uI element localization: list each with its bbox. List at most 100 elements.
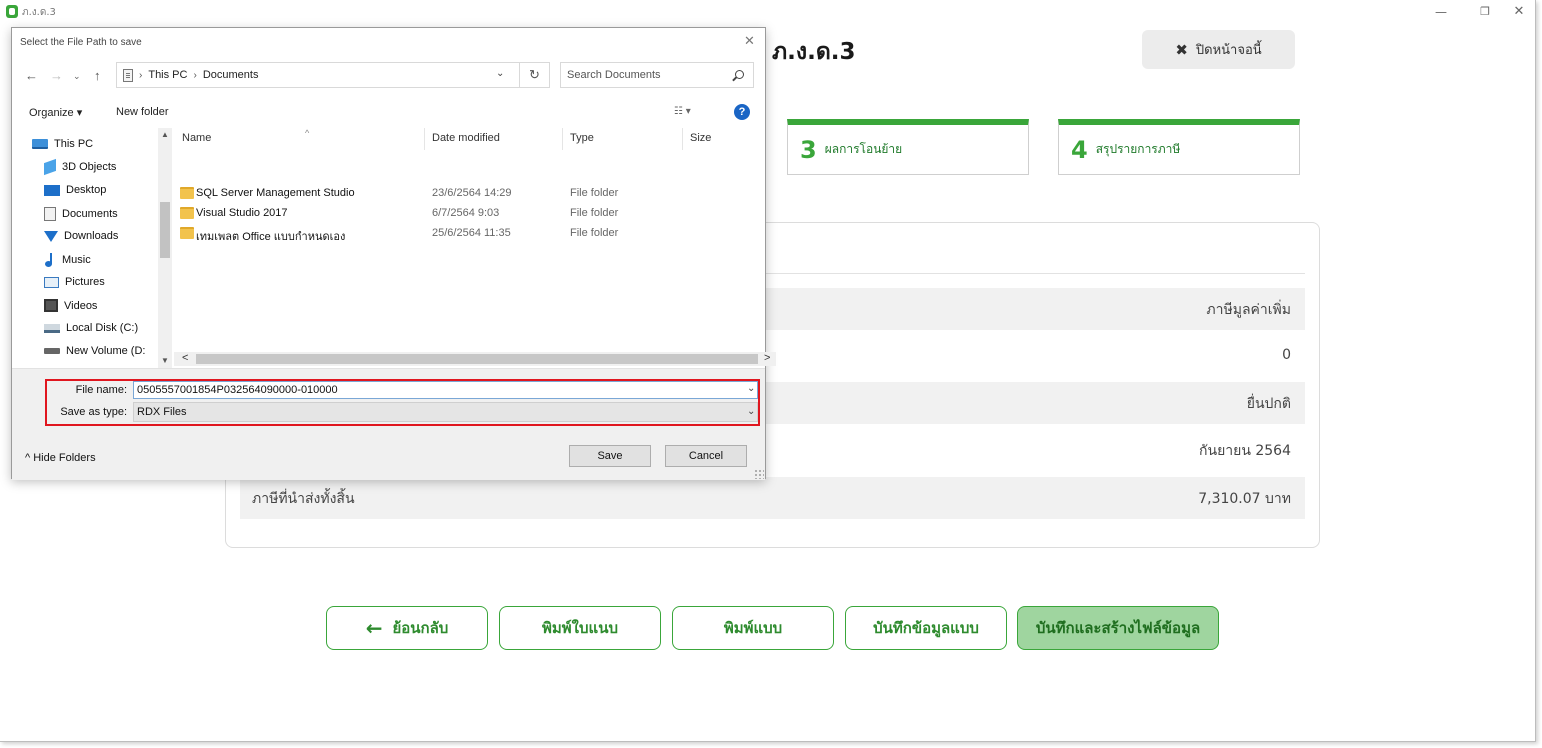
scroll-down-icon[interactable]: ▼ — [161, 356, 169, 365]
documents-icon — [123, 68, 133, 82]
summary-label: ภาษีที่นำส่งทั้งสิ้น — [252, 491, 355, 507]
nav-item-label: Local Disk (C:) — [66, 322, 139, 334]
minimize-button[interactable]: — — [1426, 3, 1456, 21]
column-header-type[interactable]: Type — [570, 132, 594, 144]
dialog-close-button[interactable]: ✕ — [744, 33, 755, 49]
summary-value: ภาษีมูลค่าเพิ่ม — [1206, 302, 1291, 318]
new-folder-button[interactable]: New folder — [116, 106, 169, 118]
column-divider[interactable] — [562, 128, 563, 150]
file-date: 23/6/2564 14:29 — [432, 187, 512, 199]
save-form-data-button[interactable]: บันทึกข้อมูลแบบ — [845, 606, 1007, 650]
file-row[interactable]: SQL Server Management Studio 23/6/2564 1… — [174, 184, 764, 204]
up-arrow-icon[interactable]: ↑ — [94, 68, 101, 83]
hide-folders-button[interactable]: ^ Hide Folders — [25, 452, 96, 464]
app-logo-icon — [6, 5, 18, 18]
refresh-button[interactable]: ↻ — [520, 62, 550, 88]
arrow-left-icon: ← — [365, 616, 383, 640]
help-icon[interactable]: ? — [734, 104, 750, 120]
column-divider[interactable] — [682, 128, 683, 150]
app-title: ภ.ง.ด.3 — [22, 7, 56, 18]
print-form-button[interactable]: พิมพ์แบบ — [672, 606, 834, 650]
step-3-card[interactable]: 3 ผลการโอนย้าย — [787, 119, 1029, 175]
navigation-pane: This PC 3D Objects Desktop Documents Dow… — [12, 128, 162, 364]
file-row[interactable]: เทมเพลต Office แบบกำหนดเอง 25/6/2564 11:… — [174, 224, 764, 244]
forward-arrow-icon[interactable]: → — [50, 68, 63, 83]
scroll-up-icon[interactable]: ▲ — [161, 130, 169, 139]
step-4-card[interactable]: 4 สรุปรายการภาษี — [1058, 119, 1300, 175]
local-disk-icon — [44, 323, 60, 333]
nav-item-documents[interactable]: Documents — [44, 207, 118, 221]
documents-icon — [44, 207, 56, 221]
back-label: ย้อนกลับ — [392, 619, 449, 637]
nav-item-label: Downloads — [64, 230, 119, 242]
column-header-date[interactable]: Date modified — [432, 132, 500, 144]
nav-item-music[interactable]: Music — [44, 253, 91, 267]
nav-item-label: Music — [62, 254, 91, 266]
resize-grip-icon[interactable] — [754, 469, 764, 479]
nav-pane-scrollbar[interactable]: ▲ ▼ — [158, 128, 172, 370]
save-as-type-select[interactable]: RDX Files — [133, 402, 758, 422]
summary-value: กันยายน 2564 — [1199, 443, 1291, 459]
file-date: 6/7/2564 9:03 — [432, 207, 500, 219]
view-options-icon[interactable]: ☷ ▾ — [674, 106, 691, 117]
breadcrumb-this-pc[interactable]: This PC — [148, 69, 187, 81]
nav-item-label: 3D Objects — [62, 161, 117, 173]
scrollbar-thumb[interactable] — [196, 354, 758, 364]
search-input[interactable] — [567, 67, 727, 83]
file-row[interactable]: Visual Studio 2017 6/7/2564 9:03 File fo… — [174, 204, 764, 224]
downloads-icon — [44, 230, 58, 242]
close-screen-button[interactable]: ✖ ปิดหน้าจอนี้ — [1142, 30, 1295, 69]
recent-locations-icon[interactable]: ⌄ — [73, 71, 81, 82]
file-name-input[interactable] — [133, 381, 758, 399]
form-title: ภ.ง.ด.3 — [772, 39, 856, 65]
pictures-icon — [44, 276, 59, 288]
command-bar: Organize ▾ New folder ☷ ▾ ? — [12, 100, 765, 124]
step-label: สรุปรายการภาษี — [1095, 142, 1181, 156]
close-window-button[interactable]: ✕ — [1504, 3, 1534, 21]
summary-row-total: ภาษีที่นำส่งทั้งสิ้น 7,310.07 บาท — [240, 477, 1305, 519]
chevron-down-icon[interactable]: ⌄ — [747, 406, 755, 417]
nav-item-downloads[interactable]: Downloads — [44, 230, 118, 242]
nav-item-videos[interactable]: Videos — [44, 299, 97, 312]
address-bar[interactable]: › This PC › Documents — [116, 62, 520, 88]
back-button[interactable]: ← ย้อนกลับ — [326, 606, 488, 650]
nav-item-label: This PC — [54, 138, 94, 150]
nav-item-label: Videos — [64, 299, 98, 312]
nav-item-new-volume[interactable]: New Volume (D: — [44, 345, 145, 357]
column-header-size[interactable]: Size — [690, 132, 711, 144]
app-titlebar: ภ.ง.ด.3 — ❐ ✕ — [0, 0, 1535, 24]
summary-value: 0 — [1282, 347, 1291, 363]
maximize-button[interactable]: ❐ — [1470, 3, 1500, 21]
nav-item-desktop[interactable]: Desktop — [44, 184, 106, 196]
nav-item-label: Documents — [62, 208, 118, 220]
save-button[interactable]: Save — [569, 445, 651, 467]
scroll-left-icon[interactable]: < — [182, 352, 188, 364]
column-header-name[interactable]: Name — [182, 132, 211, 144]
folder-icon — [180, 207, 194, 219]
close-icon: ✖ — [1175, 40, 1188, 59]
nav-item-3d-objects[interactable]: 3D Objects — [44, 158, 117, 176]
horizontal-scrollbar[interactable]: < > — [174, 352, 776, 366]
column-divider[interactable] — [424, 128, 425, 150]
cancel-button[interactable]: Cancel — [665, 445, 747, 467]
folder-icon — [180, 187, 194, 199]
scrollbar-thumb[interactable] — [160, 202, 170, 258]
summary-value: 7,310.07 บาท — [1198, 491, 1291, 507]
print-attachment-button[interactable]: พิมพ์ใบแนบ — [499, 606, 661, 650]
search-box[interactable] — [560, 62, 754, 88]
nav-item-pictures[interactable]: Pictures — [44, 276, 105, 288]
nav-item-local-disk[interactable]: Local Disk (C:) — [44, 322, 138, 334]
music-icon — [44, 253, 56, 267]
nav-item-this-pc[interactable]: This PC — [32, 138, 93, 150]
organize-button[interactable]: Organize ▾ — [29, 106, 82, 119]
nav-item-label: Desktop — [66, 184, 107, 196]
save-and-create-file-button[interactable]: บันทึกและสร้างไฟล์ข้อมูล — [1017, 606, 1219, 650]
back-arrow-icon[interactable]: ← — [25, 68, 38, 83]
chevron-down-icon[interactable]: ⌄ — [747, 383, 755, 394]
nav-item-label: New Volume (D: — [66, 345, 146, 357]
close-screen-label: ปิดหน้าจอนี้ — [1195, 43, 1262, 58]
scroll-right-icon[interactable]: > — [764, 352, 770, 364]
breadcrumb-documents[interactable]: Documents — [203, 69, 259, 81]
file-type: File folder — [570, 187, 619, 199]
chevron-down-icon[interactable]: ⌄ — [496, 68, 504, 79]
